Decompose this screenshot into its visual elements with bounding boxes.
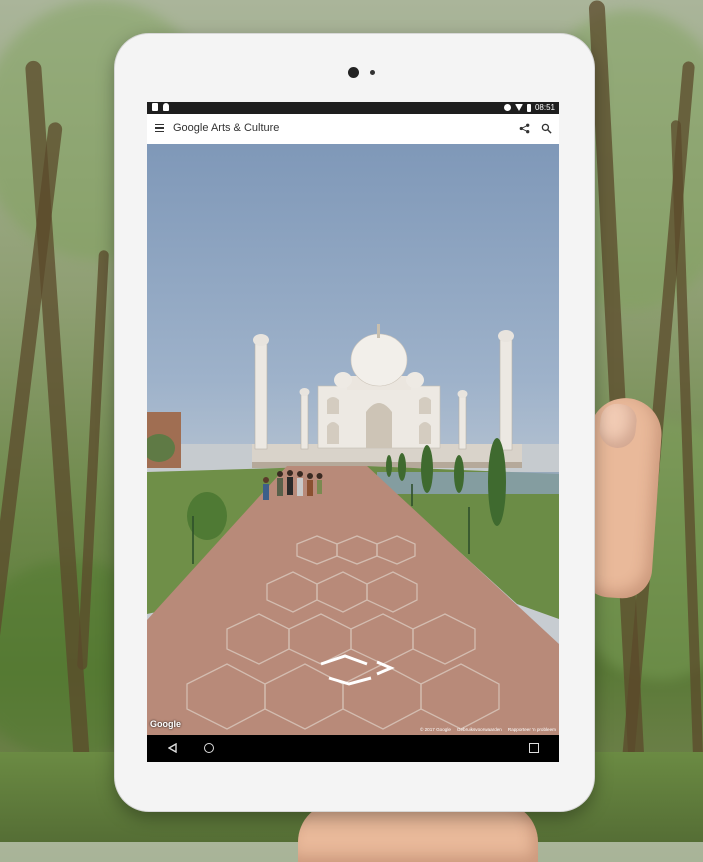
android-icon — [163, 103, 169, 111]
street-view-panorama[interactable]: Google © 2017 Google Gebruiksvoorwaarden… — [147, 144, 559, 735]
recent-apps-icon[interactable] — [529, 743, 539, 753]
home-icon[interactable] — [204, 743, 214, 753]
terms-link[interactable]: Gebruiksvoorwaarden — [457, 727, 502, 732]
light-sensor — [370, 70, 375, 75]
android-navigation-bar — [147, 735, 559, 762]
report-problem-link[interactable]: Rapporteer 'n probleem — [508, 727, 556, 732]
app-title-rest: Arts & Culture — [210, 122, 280, 134]
holding-hand-palm — [298, 802, 538, 862]
status-time: 08:51 — [534, 103, 555, 112]
battery-icon — [526, 103, 531, 112]
google-watermark: Google — [150, 719, 181, 729]
front-camera — [348, 67, 359, 78]
status-bar: 08:51 — [147, 102, 559, 114]
back-icon[interactable] — [168, 743, 177, 753]
notification-icon — [152, 103, 158, 111]
search-icon[interactable] — [541, 123, 552, 134]
tablet-screen: 08:51 Google Arts & Culture Google © 201… — [147, 102, 559, 762]
wifi-icon — [514, 104, 523, 111]
menu-icon[interactable] — [155, 124, 164, 133]
copyright-text: © 2017 Google — [419, 727, 451, 732]
app-title: Google Arts & Culture — [173, 122, 279, 134]
share-icon[interactable] — [519, 123, 530, 134]
street-view-nav-arrows-icon[interactable] — [315, 650, 397, 686]
app-bar: Google Arts & Culture — [147, 114, 559, 145]
app-title-google: Google — [173, 122, 209, 134]
map-attribution: © 2017 Google Gebruiksvoorwaarden Rappor… — [420, 727, 556, 732]
taj-mahal-scene — [147, 324, 559, 735]
do-not-disturb-icon — [503, 104, 511, 111]
